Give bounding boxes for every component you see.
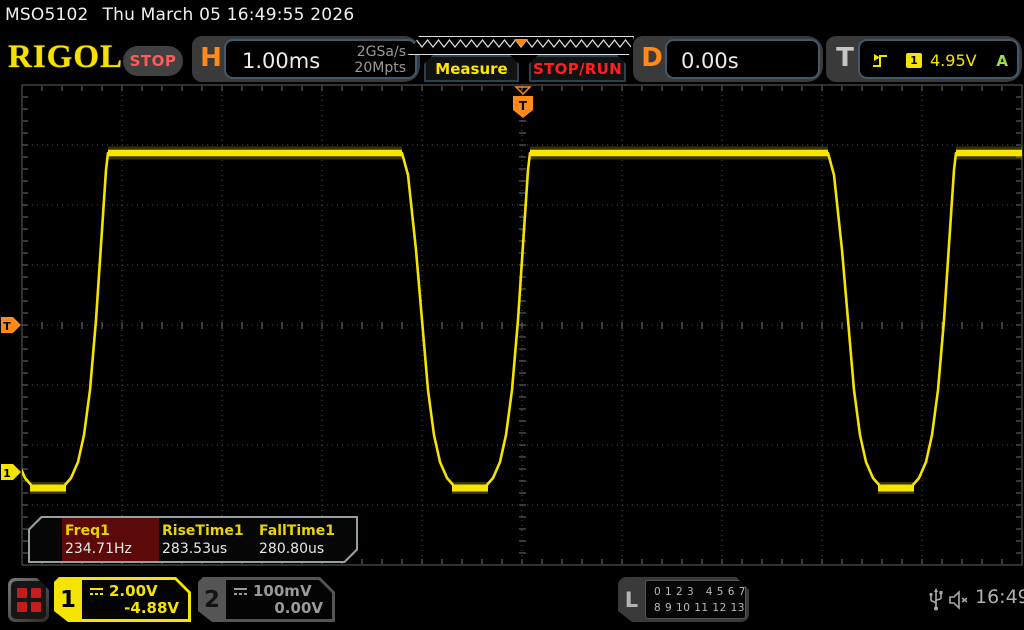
run-state-badge: STOP: [123, 46, 183, 76]
timebase-value: 1.00ms: [242, 49, 320, 73]
acquisition-rates: 2GSa/s 20Mpts: [354, 44, 406, 76]
delay-settings[interactable]: D 0.00s: [633, 36, 823, 82]
measurement-falltime1[interactable]: FallTime1 280.80us: [256, 518, 353, 561]
rigol-logo: RIGOL: [8, 41, 123, 74]
oscilloscope-screen: T T 1 MSO5102Thu March 05 16:49:55 2026 …: [0, 0, 1024, 630]
measurement-label: RiseTime1: [162, 522, 256, 540]
svg-text:T: T: [519, 99, 528, 113]
edge-trigger-icon: [872, 52, 889, 69]
trigger-position-marker[interactable]: T: [513, 87, 533, 118]
measurement-label: FallTime1: [259, 522, 353, 540]
datetime: Thu March 05 16:49:55 2026: [103, 5, 355, 25]
measurement-risetime1[interactable]: RiseTime1 283.53us: [159, 518, 256, 561]
trigger-label: T: [832, 43, 858, 73]
delay-box: 0.00s: [665, 39, 820, 79]
trigger-mode: A: [996, 52, 1008, 70]
horizontal-box: 1.00ms 2GSa/s 20Mpts: [224, 39, 417, 79]
channel1-ground-marker[interactable]: 1: [1, 464, 21, 480]
measurement-value: 234.71Hz: [65, 540, 159, 559]
delay-value: 0.00s: [681, 49, 739, 73]
channel1-waveform: [0, 153, 1024, 489]
horizontal-label: H: [198, 43, 224, 73]
delay-label: D: [639, 43, 665, 73]
svg-text:T: T: [3, 320, 11, 333]
svg-text:1: 1: [3, 467, 11, 480]
trigger-source-badge: 1: [906, 53, 922, 68]
trigger-level-value: 4.95V: [930, 51, 977, 70]
horizontal-settings[interactable]: H 1.00ms 2GSa/s 20Mpts: [192, 36, 420, 82]
stop-run-button[interactable]: STOP/RUN: [529, 55, 626, 82]
memory-depth: 20Mpts: [354, 60, 406, 76]
memory-position-bar[interactable]: [408, 36, 634, 55]
status-line: MSO5102 Thu March 05 16:49:55 2026: [5, 5, 354, 25]
sample-rate: 2GSa/s: [354, 44, 406, 60]
measurement-panel: Freq1 234.71Hz RiseTime1 283.53us FallTi…: [28, 516, 358, 563]
trigger-settings[interactable]: T 1 4.95V A: [826, 36, 1022, 82]
measure-button[interactable]: Measure: [424, 55, 519, 82]
measurement-freq1[interactable]: Freq1 234.71Hz: [62, 518, 159, 561]
memory-trigger-pointer: [514, 39, 528, 47]
trigger-box: 1 4.95V A: [858, 39, 1019, 79]
model-name: MSO5102: [5, 5, 89, 25]
measurement-value: 280.80us: [259, 540, 353, 559]
measurement-label: Freq1: [65, 522, 159, 540]
trigger-level-marker[interactable]: T: [1, 317, 21, 333]
measurement-value: 283.53us: [162, 540, 256, 559]
